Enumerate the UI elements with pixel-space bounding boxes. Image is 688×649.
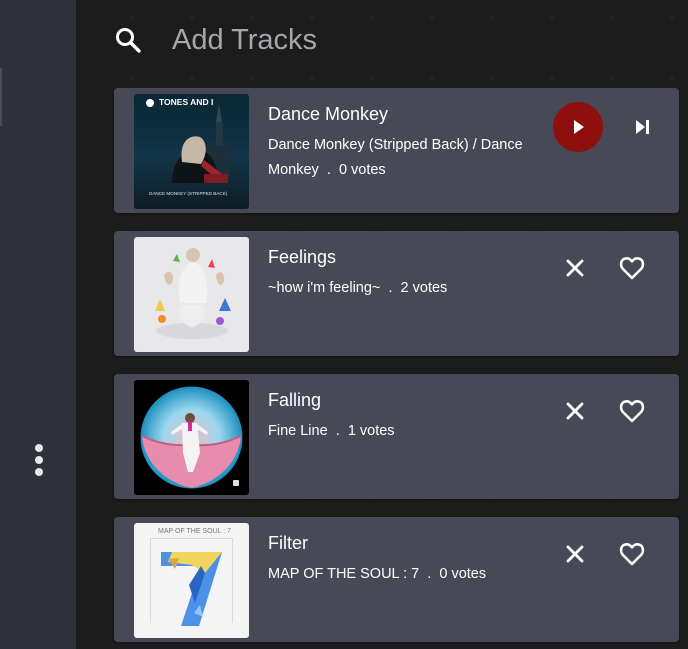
album-cover-filter: MAP OF THE SOUL : 7 [134, 523, 249, 638]
track-title: Dance Monkey [268, 104, 389, 124]
like-track-button[interactable] [615, 251, 649, 285]
track-album: ~how i'm feeling~ [268, 280, 381, 296]
play-icon [574, 120, 584, 134]
track-album: MAP OF THE SOUL : 7 [268, 566, 420, 582]
track-info: Dance Monkey Dance Monkey (Stripped Back… [268, 102, 538, 183]
remove-track-button[interactable] [558, 394, 592, 428]
track-meta: Dance Monkey (Stripped Back) / Dance Mon… [268, 133, 538, 183]
track-title: Filter [268, 533, 308, 553]
like-track-button[interactable] [615, 537, 649, 571]
track-card-falling: Falling Fine Line . 1 votes [114, 374, 679, 499]
more-vertical-icon-dot [35, 468, 43, 476]
skip-next-button[interactable] [625, 110, 659, 144]
cover-title-text: MAP OF THE SOUL : 7 [158, 528, 231, 535]
sidebar-active-indicator [0, 68, 2, 126]
track-card-filter: MAP OF THE SOUL : 7 Filter MAP OF THE SO… [114, 517, 679, 642]
close-icon [566, 402, 584, 420]
heart-icon [619, 257, 645, 280]
remove-track-button[interactable] [558, 537, 592, 571]
more-vertical-icon [35, 444, 43, 452]
track-votes: 0 votes [439, 566, 487, 582]
track-list: DANCE MONKEY (STRIPPED BACK) TONES AND I… [114, 88, 679, 642]
track-card-dance-monkey: DANCE MONKEY (STRIPPED BACK) TONES AND I… [114, 88, 679, 213]
search-icon[interactable] [114, 26, 142, 54]
track-card-feelings: Feelings ~how i'm feeling~ . 2 votes [114, 231, 679, 356]
track-meta: MAP OF THE SOUL : 7 . 0 votes [268, 562, 538, 587]
like-track-button[interactable] [615, 394, 649, 428]
play-button[interactable] [553, 102, 603, 152]
close-icon [566, 545, 584, 563]
more-vertical-icon-dot [35, 456, 43, 464]
meta-separator: . [388, 280, 393, 296]
meta-separator: . [326, 162, 331, 178]
track-meta: Fine Line . 1 votes [268, 419, 538, 444]
track-info: Filter MAP OF THE SOUL : 7 . 0 votes [268, 531, 538, 587]
track-votes: 1 votes [347, 423, 395, 439]
app-window: DANCE MONKEY (STRIPPED BACK) TONES AND I… [0, 0, 688, 649]
heart-icon [619, 400, 645, 423]
track-title: Feelings [268, 247, 337, 267]
meta-separator: . [427, 566, 432, 582]
skip-next-icon [636, 120, 649, 134]
track-title: Falling [268, 390, 322, 410]
track-actions [558, 394, 649, 428]
track-votes: 0 votes [338, 162, 386, 178]
album-cover-dance-monkey: DANCE MONKEY (STRIPPED BACK) TONES AND I [134, 94, 249, 209]
meta-separator: . [335, 423, 340, 439]
track-album: Dance Monkey (Stripped Back) / Dance Mon… [268, 137, 523, 178]
track-info: Feelings ~how i'm feeling~ . 2 votes [268, 245, 538, 301]
search-bar [114, 18, 674, 62]
track-actions [553, 102, 659, 152]
track-actions [558, 537, 649, 571]
remove-track-button[interactable] [558, 251, 592, 285]
track-meta: ~how i'm feeling~ . 2 votes [268, 276, 538, 301]
heart-icon [619, 543, 645, 566]
album-cover-feelings [134, 237, 249, 352]
album-cover-falling [134, 380, 249, 495]
more-options-button[interactable] [26, 440, 52, 480]
track-album: Fine Line [268, 423, 328, 439]
sidebar [0, 0, 76, 649]
close-icon [566, 259, 584, 277]
add-tracks-search-input[interactable] [172, 23, 674, 57]
track-info: Falling Fine Line . 1 votes [268, 388, 538, 444]
cover-caption-text: DANCE MONKEY (STRIPPED BACK) [149, 191, 228, 196]
cover-artist-text: TONES AND I [159, 97, 213, 107]
track-actions [558, 251, 649, 285]
track-votes: 2 votes [400, 280, 448, 296]
